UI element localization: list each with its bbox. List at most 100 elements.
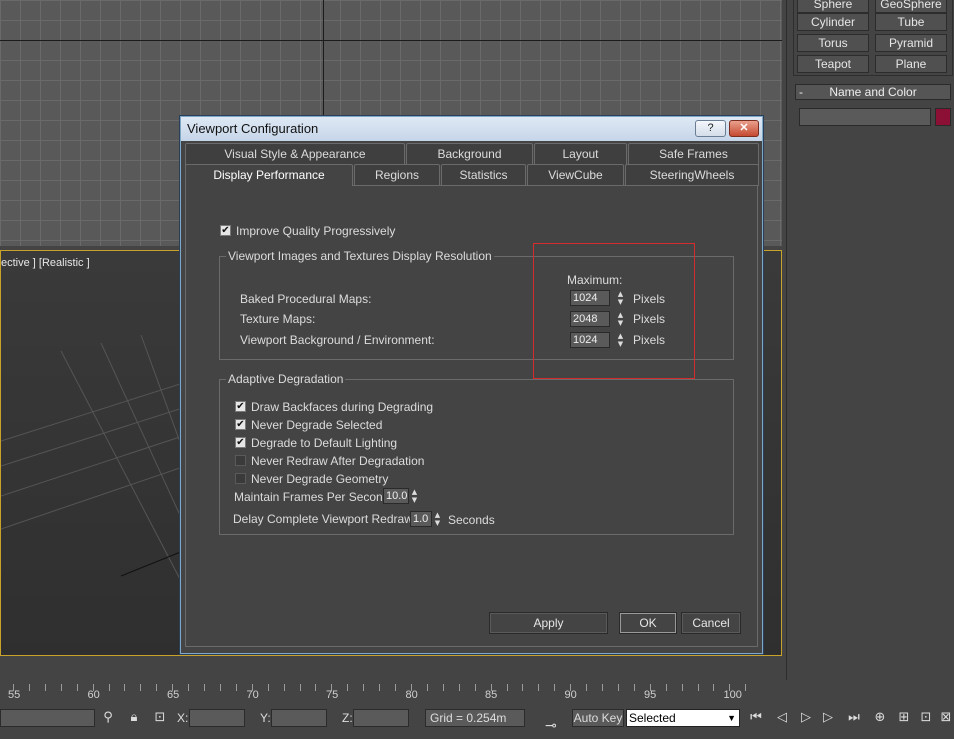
ruler-tick [681, 684, 683, 691]
cylinder-button[interactable]: Cylinder [797, 13, 869, 31]
chevron-down-icon: ▼ [727, 713, 736, 723]
transform-mode-icon[interactable]: ⊡ [152, 710, 168, 726]
object-type-rollout: Sphere GeoSphere Cylinder Tube Torus Pyr… [793, 0, 953, 76]
ruler-tick [506, 684, 508, 691]
geosphere-button[interactable]: GeoSphere [875, 0, 947, 13]
maintain-fps-label: Maintain Frames Per Second: [234, 490, 393, 504]
tab-visual-style[interactable]: Visual Style & Appearance [185, 143, 405, 165]
tab-regions[interactable]: Regions [354, 164, 440, 186]
zoom-icon[interactable]: ⊕ [872, 710, 888, 726]
next-frame-icon[interactable]: ▷ [820, 710, 836, 726]
ruler-tick [538, 684, 540, 691]
delay-value[interactable]: 1.0 [410, 511, 432, 527]
fps-spinner[interactable]: 10.0 ▲ ▼ [383, 488, 421, 504]
maxscript-listener-field[interactable] [0, 709, 95, 727]
ruler-tick [188, 684, 190, 691]
dialog-titlebar[interactable]: Viewport Configuration ? ✕ [181, 117, 762, 141]
spinner-arrows-icon[interactable]: ▲ ▼ [410, 488, 419, 504]
tab-viewcube[interactable]: ViewCube [527, 164, 624, 186]
zoom-all-icon[interactable]: ⊞ [896, 710, 912, 726]
tab-safe-frames[interactable]: Safe Frames [628, 143, 759, 165]
zoom-extents-icon[interactable]: ⊡ [918, 710, 934, 726]
key-icon[interactable]: ⊸ [540, 718, 562, 734]
spinner-arrows-icon[interactable]: ▲ ▼ [433, 511, 442, 527]
ruler-label: 75 [326, 689, 339, 701]
ruler-label: 55 [8, 689, 21, 701]
ruler-tick [267, 684, 269, 691]
dialog-title: Viewport Configuration [187, 121, 319, 136]
maximize-viewport-icon[interactable]: ⊠ [938, 710, 954, 726]
delay-spinner[interactable]: 1.0 ▲ ▼ [410, 511, 446, 527]
go-to-start-icon[interactable]: ⏮ [748, 710, 764, 726]
status-bar: ⚲ 🔒︎ ⊡ X: Y: Z: Grid = 0.254m ⊸ Auto Key… [0, 706, 954, 739]
ruler-tick [458, 684, 460, 691]
time-ruler[interactable]: 55 60 65 70 75 80 85 90 95 100 [0, 676, 782, 706]
z-coordinate-field[interactable] [353, 709, 409, 727]
object-color-swatch[interactable] [935, 108, 951, 126]
sphere-button[interactable]: Sphere [797, 0, 869, 13]
tab-layout[interactable]: Layout [534, 143, 627, 165]
ruler-tick [156, 684, 158, 691]
ruler-label: 80 [405, 689, 418, 701]
y-coordinate-field[interactable] [271, 709, 327, 727]
tab-display-performance[interactable]: Display Performance [185, 164, 353, 186]
z-label: Z: [342, 711, 353, 725]
object-name-input[interactable] [799, 108, 931, 126]
never-redraw-checkbox[interactable] [235, 455, 246, 466]
ruler-tick [617, 684, 619, 691]
torus-button[interactable]: Torus [797, 34, 869, 52]
tab-steeringwheels[interactable]: SteeringWheels [625, 164, 759, 186]
collapse-icon: - [799, 85, 803, 99]
ok-button[interactable]: OK [619, 612, 677, 634]
go-to-end-icon[interactable]: ⏭ [846, 710, 862, 726]
isolate-icon[interactable]: ⚲ [100, 710, 116, 726]
ruler-tick [347, 684, 349, 691]
ruler-label: 90 [564, 689, 577, 701]
apply-button[interactable]: Apply [489, 612, 608, 634]
tab-background[interactable]: Background [406, 143, 533, 165]
command-panel: Sphere GeoSphere Cylinder Tube Torus Pyr… [786, 0, 954, 680]
ruler-tick [602, 684, 604, 691]
never-degrade-selected-checkbox[interactable]: ✔ [235, 419, 246, 430]
ruler-tick [140, 684, 142, 691]
ruler-tick [235, 684, 237, 691]
ruler-tick [554, 684, 556, 691]
ruler-tick [713, 684, 715, 691]
close-button[interactable]: ✕ [729, 120, 759, 137]
seconds-unit-label: Seconds [448, 513, 495, 527]
ruler-tick [426, 684, 428, 691]
play-icon[interactable]: ▷ [798, 710, 814, 726]
adaptive-degradation-title: Adaptive Degradation [226, 372, 346, 386]
draw-backfaces-label: Draw Backfaces during Degrading [251, 400, 434, 414]
x-coordinate-field[interactable] [189, 709, 245, 727]
help-button[interactable]: ? [695, 120, 726, 137]
fps-value[interactable]: 10.0 [383, 488, 409, 504]
ruler-label: 85 [485, 689, 498, 701]
degrade-default-lighting-label: Degrade to Default Lighting [251, 436, 398, 450]
ruler-tick [474, 684, 476, 691]
viewport-background-label: Viewport Background / Environment: [240, 333, 435, 347]
never-degrade-selected-label: Never Degrade Selected [251, 418, 383, 432]
key-selection-dropdown[interactable]: Selected ▼ [626, 709, 740, 727]
baked-procedural-maps-label: Baked Procedural Maps: [240, 292, 372, 306]
draw-backfaces-checkbox[interactable]: ✔ [235, 401, 246, 412]
name-and-color-rollout-header[interactable]: - Name and Color [795, 84, 951, 100]
plane-button[interactable]: Plane [875, 55, 947, 73]
previous-frame-icon[interactable]: ◁ [774, 710, 790, 726]
degrade-default-lighting-checkbox[interactable]: ✔ [235, 437, 246, 448]
teapot-button[interactable]: Teapot [797, 55, 869, 73]
rollout-title: Name and Color [829, 85, 917, 99]
ruler-tick [28, 684, 30, 691]
ruler-tick [315, 684, 317, 691]
cancel-button[interactable]: Cancel [681, 612, 741, 634]
tab-statistics[interactable]: Statistics [441, 164, 526, 186]
auto-key-button[interactable]: Auto Key [572, 709, 624, 727]
ruler-tick [395, 684, 397, 691]
tube-button[interactable]: Tube [875, 13, 947, 31]
never-degrade-geometry-checkbox[interactable] [235, 473, 246, 484]
pyramid-button[interactable]: Pyramid [875, 34, 947, 52]
improve-quality-checkbox[interactable]: ✔ [220, 225, 231, 236]
ruler-tick [745, 684, 747, 691]
ruler-label: 70 [246, 689, 259, 701]
lock-icon[interactable]: 🔒︎ [126, 710, 142, 726]
